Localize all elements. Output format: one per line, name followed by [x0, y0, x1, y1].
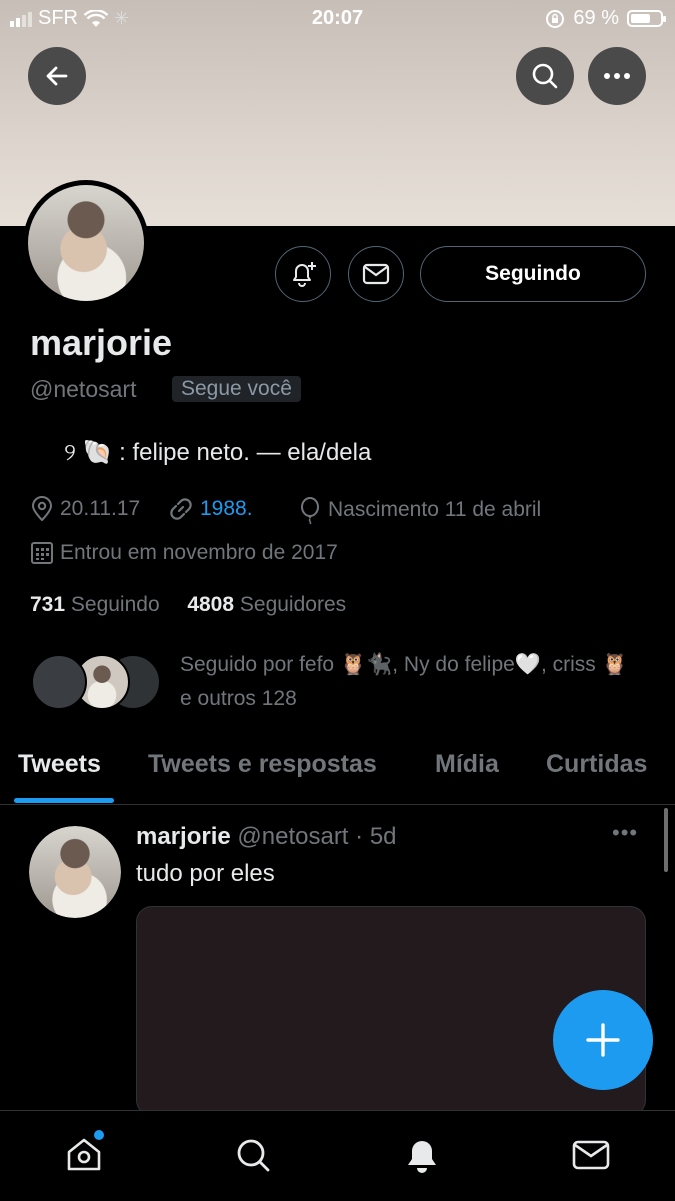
tab-media[interactable]: Mídia [435, 750, 499, 779]
tweet-header: marjorie @netosart · 5d [136, 823, 397, 851]
birthday-text: Nascimento 11 de abril [328, 498, 542, 521]
tab-likes[interactable]: Curtidas [546, 750, 647, 779]
back-arrow-icon [46, 66, 68, 86]
location-row: 20.11.17 [30, 496, 140, 522]
following-stat[interactable]: 731 Seguindo [30, 593, 160, 616]
scrollbar[interactable] [664, 808, 668, 872]
location-pin-icon [31, 496, 53, 522]
followers-count: 4808 [187, 593, 235, 616]
bell-icon [408, 1141, 436, 1173]
nav-home[interactable] [64, 1135, 104, 1175]
tweet-author-handle: @netosart [237, 823, 349, 850]
more-options-button[interactable] [588, 47, 646, 105]
home-icon [67, 1138, 101, 1171]
location-text: 20.11.17 [60, 497, 141, 520]
following-count: 731 [30, 593, 66, 616]
back-button[interactable] [28, 47, 86, 105]
tweet-more-button[interactable]: ••• [612, 820, 638, 846]
nav-notifications[interactable] [402, 1135, 442, 1175]
more-icon [604, 73, 630, 79]
follower-avatar [31, 654, 87, 710]
plus-icon [586, 1023, 620, 1057]
display-name: marjorie [30, 322, 173, 363]
nav-messages[interactable] [571, 1135, 611, 1175]
home-notification-dot [94, 1130, 104, 1140]
balloon-icon [301, 497, 319, 524]
message-button[interactable] [348, 246, 404, 302]
website-link[interactable]: 1988. [200, 497, 253, 521]
status-bar: SFR ✳ 20:07 69 % [0, 0, 675, 38]
mail-icon [572, 1140, 610, 1170]
tweet-time: · 5d [355, 823, 397, 850]
avatar-image [28, 185, 144, 301]
profile-avatar[interactable] [23, 180, 149, 306]
search-icon [532, 63, 558, 89]
profile-tabs: Tweets Tweets e respostas Mídia Curtidas [0, 740, 675, 805]
bottom-tab-bar [0, 1110, 675, 1201]
joined-text: Entrou em novembro de 2017 [60, 541, 338, 564]
avatar-image [29, 826, 121, 918]
follows-you-badge: Segue você [172, 376, 301, 402]
bell-plus-icon [293, 262, 316, 287]
search-button[interactable] [516, 47, 574, 105]
battery-percent: 69 % [573, 7, 619, 29]
followers-label: Seguidores [239, 593, 347, 616]
tweet-avatar[interactable] [29, 826, 121, 918]
birthday-row: Nascimento 11 de abril [298, 496, 541, 524]
followers-stat[interactable]: 4808 Seguidores [187, 593, 346, 616]
following-button[interactable]: Seguindo [420, 246, 646, 302]
mail-icon [362, 263, 390, 285]
orientation-lock-icon [546, 9, 565, 28]
compose-tweet-button[interactable] [553, 990, 653, 1090]
notifications-button[interactable] [275, 246, 331, 302]
tweet-text: tudo por eles [136, 860, 275, 887]
link-icon [170, 498, 192, 520]
tab-tweets-replies[interactable]: Tweets e respostas [148, 750, 377, 779]
follow-stats: 731 Seguindo 4808 Seguidores [30, 593, 346, 617]
search-icon [237, 1139, 270, 1172]
bio: ୨ 🐚 : felipe neto. — ela/dela [64, 439, 372, 466]
battery-icon [627, 10, 666, 27]
calendar-icon [31, 542, 53, 564]
handle: @netosart [30, 376, 137, 402]
followed-by-text: Seguido por fefo 🦉🐈‍⬛, Ny do felipe🤍, cr… [180, 653, 628, 710]
following-label: Seguindo [70, 593, 160, 616]
tweet-author-name[interactable]: marjorie [136, 823, 231, 850]
joined-row: Entrou em novembro de 2017 [30, 541, 338, 565]
tab-tweets[interactable]: Tweets [18, 750, 101, 779]
nav-search[interactable] [233, 1135, 273, 1175]
active-tab-indicator [14, 798, 114, 803]
website-row[interactable]: 1988. [168, 496, 253, 522]
